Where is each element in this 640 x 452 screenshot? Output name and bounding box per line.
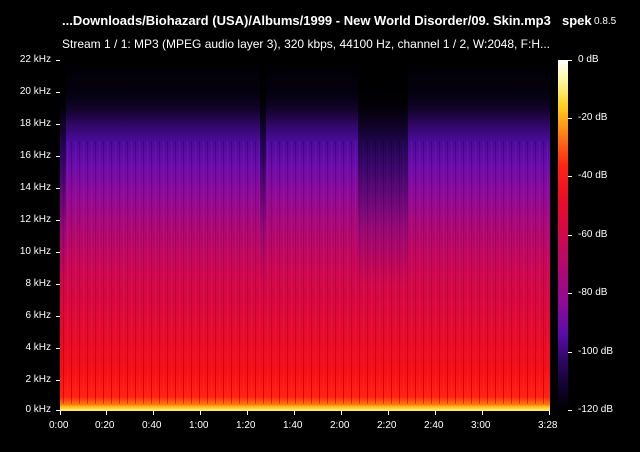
- frequency-label: 2 kHz: [25, 374, 51, 385]
- frequency-tick: [56, 188, 60, 189]
- db-label: 0 dB: [578, 54, 599, 65]
- frequency-label: 20 kHz: [19, 86, 51, 97]
- frequency-tick: [56, 124, 60, 125]
- frequency-tick: [56, 284, 60, 285]
- time-label: 0:20: [95, 420, 115, 431]
- frequency-label: 14 kHz: [19, 182, 51, 193]
- spectrogram-quiet-region: [60, 60, 66, 411]
- time-label: 0:00: [49, 420, 69, 431]
- db-label: -20 dB: [578, 112, 608, 123]
- frequency-tick: [56, 60, 60, 61]
- frequency-label: 8 kHz: [25, 278, 51, 289]
- db-tick: [568, 60, 572, 61]
- stream-info: Stream 1 / 1: MP3 (MPEG audio layer 3), …: [62, 37, 550, 51]
- time-label: 2:00: [330, 420, 350, 431]
- time-tick: [482, 411, 483, 415]
- db-label: -40 dB: [578, 170, 608, 181]
- time-label: 3:28: [538, 420, 558, 431]
- db-tick: [568, 176, 572, 177]
- frequency-tick: [56, 92, 60, 93]
- db-label: -120 dB: [578, 404, 614, 415]
- time-label: 1:20: [236, 420, 256, 431]
- spectrogram-texture: [60, 140, 550, 411]
- db-tick: [568, 352, 572, 353]
- time-tick: [106, 411, 107, 415]
- file-title: ...Downloads/Biohazard (USA)/Albums/1999…: [62, 13, 551, 28]
- frequency-label: 6 kHz: [25, 310, 51, 321]
- time-label: 1:40: [283, 420, 303, 431]
- time-label: 3:00: [471, 420, 491, 431]
- spectrogram-low-band: [60, 404, 550, 411]
- time-tick: [60, 411, 61, 415]
- spectrogram-quiet-region: [260, 60, 266, 411]
- time-tick: [294, 411, 295, 415]
- frequency-label: 16 kHz: [19, 150, 51, 161]
- frequency-label: 12 kHz: [19, 214, 51, 225]
- spectrogram: [60, 60, 550, 411]
- frequency-tick: [56, 380, 60, 381]
- frequency-label: 10 kHz: [19, 246, 51, 257]
- frequency-label: 22 kHz: [19, 54, 51, 65]
- time-tick: [388, 411, 389, 415]
- db-tick: [568, 293, 572, 294]
- time-tick: [549, 411, 550, 415]
- db-tick: [568, 235, 572, 236]
- db-label: -60 dB: [578, 229, 608, 240]
- db-color-scale: [558, 60, 568, 411]
- time-tick: [435, 411, 436, 415]
- time-label: 0:40: [142, 420, 162, 431]
- frequency-tick: [56, 348, 60, 349]
- time-tick: [341, 411, 342, 415]
- frequency-label: 4 kHz: [25, 342, 51, 353]
- db-label: -80 dB: [578, 287, 608, 298]
- frequency-label: 0 kHz: [25, 404, 51, 415]
- time-label: 2:40: [424, 420, 444, 431]
- app-name: spek: [562, 13, 592, 28]
- frequency-tick: [56, 220, 60, 221]
- time-tick: [247, 411, 248, 415]
- db-label: -100 dB: [578, 346, 614, 357]
- app-version: 0.8.5: [594, 16, 617, 27]
- time-label: 2:20: [377, 420, 397, 431]
- frequency-tick: [56, 316, 60, 317]
- db-tick: [568, 410, 572, 411]
- frequency-tick: [56, 156, 60, 157]
- time-label: 1:00: [189, 420, 209, 431]
- frequency-label: 18 kHz: [19, 118, 51, 129]
- frequency-tick: [56, 252, 60, 253]
- spectrogram-quiet-region: [358, 60, 408, 411]
- time-tick: [153, 411, 154, 415]
- time-tick: [200, 411, 201, 415]
- db-tick: [568, 118, 572, 119]
